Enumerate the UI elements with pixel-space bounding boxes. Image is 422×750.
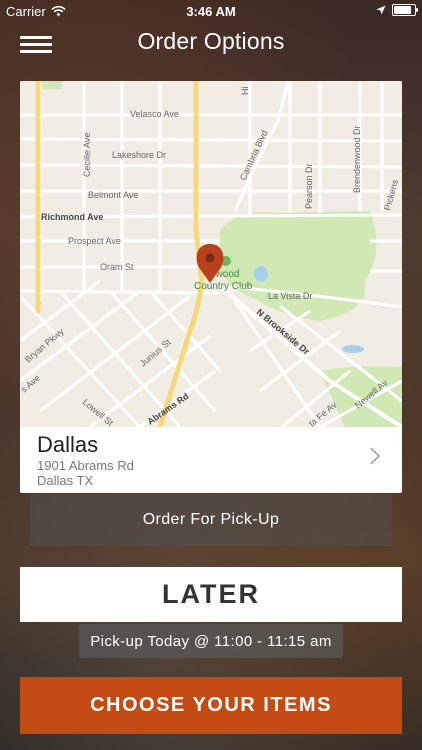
order-type-box[interactable]: Order For Pick-Up <box>30 494 392 546</box>
map-label-prospect: Prospect Ave <box>68 236 121 246</box>
status-indicators <box>376 4 418 16</box>
map-label-belmont: Belmont Ave <box>88 190 138 200</box>
map-label-oram: Oram St <box>100 262 134 272</box>
location-arrow-icon <box>376 5 386 15</box>
chevron-right-icon <box>370 447 380 465</box>
pickup-time-label[interactable]: Pick-up Today @ 11:00 - 11:15 am <box>79 624 343 658</box>
water-pond <box>254 266 268 282</box>
battery-icon <box>392 4 418 16</box>
map-label-hi: Hi <box>240 87 250 96</box>
map-label-cecille: Cecille Ave <box>82 133 92 177</box>
location-address-line2: Dallas TX <box>37 473 94 488</box>
later-button[interactable]: LATER <box>20 567 402 622</box>
location-address-line1: 1901 Abrams Rd <box>37 458 134 473</box>
map-label-brendenwood: Brendenwood Dr <box>352 125 362 193</box>
status-time: 3:46 AM <box>186 4 236 19</box>
map-label-pearson: Pearson Dr <box>304 163 314 209</box>
status-bar: Carrier 3:46 AM <box>0 0 422 22</box>
map-label-lavista: La Vista Dr <box>268 291 312 301</box>
map[interactable]: Velasco Ave Lakeshore Dr Belmont Ave Ric… <box>20 81 402 427</box>
map-label-lakeshore: Lakeshore Dr <box>112 150 166 160</box>
choose-your-items-button[interactable]: CHOOSE YOUR ITEMS <box>20 677 402 734</box>
map-svg: Velasco Ave Lakeshore Dr Belmont Ave Ric… <box>20 81 402 427</box>
location-name: Dallas <box>37 432 99 457</box>
page-title: Order Options <box>137 28 285 54</box>
map-label-velasco: Velasco Ave <box>130 109 179 119</box>
location-info[interactable]: Dallas 1901 Abrams Rd Dallas TX <box>20 427 402 493</box>
map-label-richmond: Richmond Ave <box>41 212 103 222</box>
map-label-lakewood-2: Country Club <box>194 281 253 292</box>
battery-level <box>394 6 411 14</box>
location-card[interactable]: Velasco Ave Lakeshore Dr Belmont Ave Ric… <box>20 81 402 493</box>
water-pond-2 <box>342 345 364 353</box>
park-area-small <box>40 81 62 89</box>
nav-bar: Order Options <box>0 22 422 66</box>
